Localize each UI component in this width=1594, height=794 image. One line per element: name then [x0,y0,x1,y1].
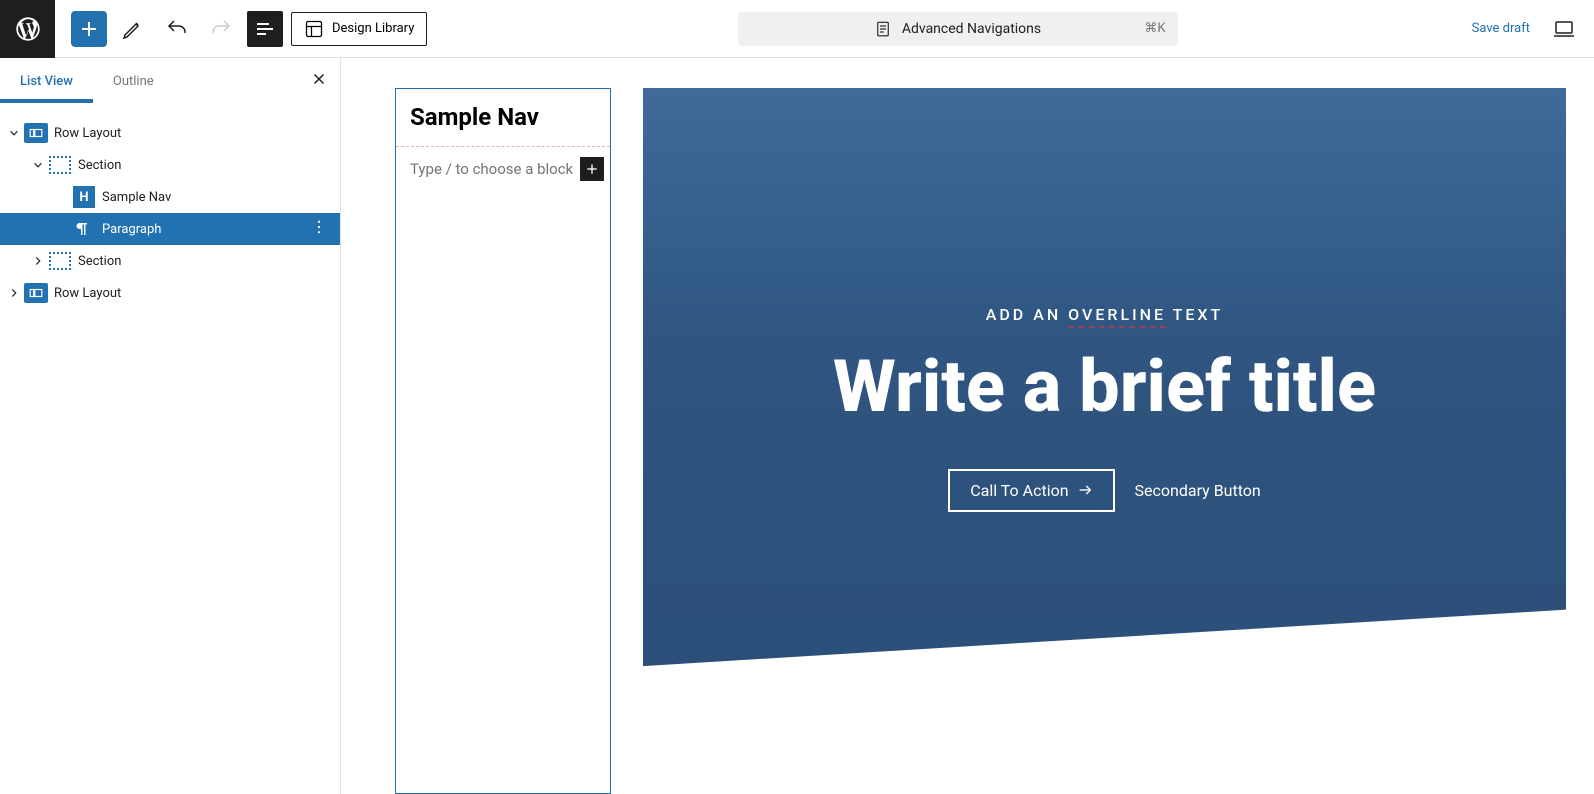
hero-buttons: Call To Action Secondary Button [948,469,1261,512]
redo-icon [209,17,233,41]
tree-item-section[interactable]: Section [0,149,340,181]
chevron-right-icon[interactable] [28,254,48,268]
block-tree: Row Layout Section H Sample Nav Paragrap… [0,105,340,321]
list-view-icon [253,17,277,41]
tab-list-view[interactable]: List View [0,60,93,103]
toolbar-right-group: Save draft [1472,11,1594,47]
hero-title[interactable]: Write a brief title [833,344,1376,429]
editor-canvas: Sample Nav Type / to choose a block ADD … [341,58,1594,794]
cta-label: Call To Action [970,481,1068,500]
add-block-inline-button[interactable] [580,157,604,181]
tree-label: Section [78,254,340,269]
close-sidebar-button[interactable] [310,70,328,92]
tree-item-section[interactable]: Section [0,245,340,277]
arrow-right-icon [1077,482,1093,498]
section-icon [49,252,71,270]
section-icon [49,156,71,174]
toolbar-left-group: Design Library [55,11,443,47]
tools-button[interactable] [115,11,151,47]
page-icon [874,20,892,38]
sample-nav-heading[interactable]: Sample Nav [396,89,610,147]
view-button[interactable] [1546,11,1582,47]
plus-icon [584,161,600,177]
redo-button[interactable] [203,11,239,47]
secondary-button[interactable]: Secondary Button [1135,481,1261,500]
overline-prefix: ADD AN [986,305,1068,324]
hero-overline[interactable]: ADD AN OVERLINE TEXT [986,305,1224,324]
call-to-action-button[interactable]: Call To Action [948,469,1114,512]
tree-label: Row Layout [54,126,340,141]
add-block-button[interactable] [71,11,107,47]
tree-label: Sample Nav [102,190,340,205]
tree-label: Section [78,158,340,173]
tab-outline[interactable]: Outline [93,60,174,103]
paragraph-icon [72,217,96,241]
row-layout-icon [24,283,48,303]
plus-icon [77,17,101,41]
tree-label: Row Layout [54,286,340,301]
save-draft-button[interactable]: Save draft [1472,21,1530,36]
wordpress-icon [14,15,42,43]
tree-item-sample-nav[interactable]: H Sample Nav [0,181,340,213]
sidebar-tabs: List View Outline [0,58,340,105]
overline-suffix: TEXT [1166,305,1223,324]
list-view-sidebar: List View Outline Row Layout Section [0,58,341,794]
document-overview-button[interactable] [247,11,283,47]
block-placeholder[interactable]: Type / to choose a block [410,160,580,178]
more-options-button[interactable] [298,218,340,240]
wordpress-logo-button[interactable] [0,0,55,58]
chevron-right-icon[interactable] [4,286,24,300]
document-title: Advanced Navigations [902,21,1041,37]
tree-label: Paragraph [102,222,298,237]
tree-item-row-layout[interactable]: Row Layout [0,277,340,309]
library-icon [304,19,324,39]
overline-underlined: OVERLINE [1068,305,1166,328]
hero-section[interactable]: ADD AN OVERLINE TEXT Write a brief title… [643,88,1566,728]
chevron-down-icon[interactable] [28,158,48,172]
main-area: List View Outline Row Layout Section [0,58,1594,794]
undo-icon [165,17,189,41]
more-vertical-icon [310,218,328,236]
heading-icon: H [73,186,95,208]
document-title-bar[interactable]: Advanced Navigations ⌘K [738,12,1178,46]
row-layout-icon [24,123,48,143]
left-column-block[interactable]: Sample Nav Type / to choose a block [395,88,611,794]
close-icon [310,70,328,88]
design-library-label: Design Library [332,21,414,36]
pencil-icon [121,17,145,41]
laptop-icon [1552,17,1576,41]
chevron-down-icon[interactable] [4,126,24,140]
design-library-button[interactable]: Design Library [291,12,427,46]
tree-item-paragraph[interactable]: Paragraph [0,213,340,245]
top-toolbar: Design Library Advanced Navigations ⌘K S… [0,0,1594,58]
command-shortcut: ⌘K [1144,21,1165,36]
tree-item-row-layout[interactable]: Row Layout [0,117,340,149]
undo-button[interactable] [159,11,195,47]
